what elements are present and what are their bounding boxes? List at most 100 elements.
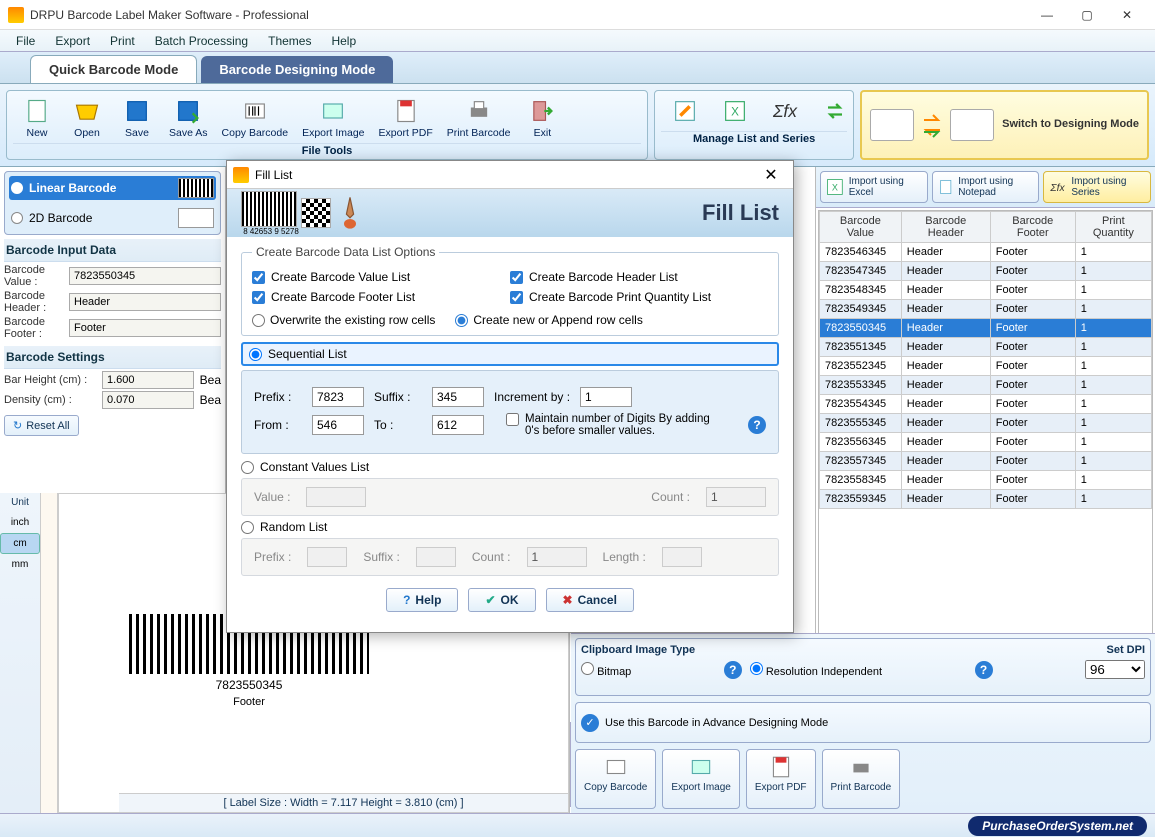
table-row[interactable]: 7823549345HeaderFooter1 (820, 300, 1152, 319)
bitmap-radio[interactable]: Bitmap (581, 662, 631, 678)
table-row[interactable]: 7823553345HeaderFooter1 (820, 376, 1152, 395)
from-input[interactable] (312, 415, 364, 435)
swap-arrows-icon (922, 110, 942, 140)
svg-text:X: X (731, 106, 739, 119)
dpi-select[interactable]: 96 (1085, 660, 1145, 679)
create-value-list-checkbox[interactable]: Create Barcode Value List (252, 270, 510, 284)
dialog-close-button[interactable]: ✕ (755, 165, 787, 185)
switch-thumb-design-icon (950, 109, 994, 141)
prefix-input[interactable] (312, 387, 364, 407)
menu-help[interactable]: Help (321, 32, 366, 50)
qr-thumb-icon (301, 198, 331, 228)
table-row[interactable]: 7823552345HeaderFooter1 (820, 357, 1152, 376)
bar-height-input[interactable] (102, 371, 194, 389)
unit-header: Unit (0, 493, 40, 512)
manage-caption: Manage List and Series (661, 131, 847, 145)
menu-export[interactable]: Export (45, 32, 100, 50)
menu-file[interactable]: File (6, 32, 45, 50)
barcode-header-input[interactable] (69, 293, 221, 311)
maximize-button[interactable]: ▢ (1067, 1, 1107, 29)
cancel-button[interactable]: ✖Cancel (546, 588, 634, 612)
close-button[interactable]: ✕ (1107, 1, 1147, 29)
import-series-button[interactable]: ΣfxImport using Series (1043, 171, 1151, 203)
table-row[interactable]: 7823547345HeaderFooter1 (820, 262, 1152, 281)
linear-barcode-icon (178, 178, 214, 198)
copy-barcode-big-button[interactable]: Copy Barcode (575, 749, 656, 809)
brand-label: PurchaseOrderSystem.net (968, 816, 1147, 836)
copy-barcode-button[interactable]: Copy Barcode (216, 95, 295, 141)
menu-batch[interactable]: Batch Processing (145, 32, 258, 50)
unit-inch[interactable]: inch (0, 512, 40, 533)
manage-swap-icon[interactable] (811, 95, 859, 129)
open-button[interactable]: Open (63, 95, 111, 141)
constant-list-radio[interactable]: Constant Values List (241, 460, 779, 474)
unit-cm[interactable]: cm (0, 533, 40, 554)
new-button[interactable]: New (13, 95, 61, 141)
export-pdf-big-button[interactable]: Export PDF (746, 749, 816, 809)
create-qty-list-checkbox[interactable]: Create Barcode Print Quantity List (510, 290, 768, 304)
help-button[interactable]: ?Help (386, 588, 458, 612)
table-row[interactable]: 7823548345HeaderFooter1 (820, 281, 1152, 300)
manage-edit-icon[interactable] (661, 95, 709, 129)
import-notepad-button[interactable]: Import using Notepad (932, 171, 1040, 203)
menu-print[interactable]: Print (100, 32, 145, 50)
print-barcode-button[interactable]: Print Barcode (441, 95, 517, 141)
manage-excel-icon[interactable]: X (711, 95, 759, 129)
table-row[interactable]: 7823551345HeaderFooter1 (820, 338, 1152, 357)
save-button[interactable]: Save (113, 95, 161, 141)
barcode-footer-input[interactable] (69, 319, 221, 337)
density-input[interactable] (102, 391, 194, 409)
create-footer-list-checkbox[interactable]: Create Barcode Footer List (252, 290, 510, 304)
2d-barcode-option[interactable]: 2D Barcode (9, 206, 216, 230)
maintain-digits-checkbox[interactable] (506, 413, 519, 426)
to-input[interactable] (432, 415, 484, 435)
table-row[interactable]: 7823557345HeaderFooter1 (820, 452, 1152, 471)
menu-themes[interactable]: Themes (258, 32, 321, 50)
saveas-button[interactable]: Save As (163, 95, 214, 141)
table-row[interactable]: 7823558345HeaderFooter1 (820, 471, 1152, 490)
print-barcode-big-button[interactable]: Print Barcode (822, 749, 901, 809)
increment-input[interactable] (580, 387, 632, 407)
random-list-radio[interactable]: Random List (241, 520, 779, 534)
minimize-button[interactable]: — (1027, 1, 1067, 29)
dialog-title: Fill List (255, 168, 755, 182)
table-row[interactable]: 7823550345HeaderFooter1 (820, 319, 1152, 338)
info-icon[interactable]: ? (748, 416, 766, 434)
barcode-preview-footer: Footer (129, 696, 369, 708)
info-icon[interactable]: ? (724, 661, 742, 679)
check-icon: ✓ (581, 714, 599, 732)
export-image-big-button[interactable]: Export Image (662, 749, 739, 809)
table-row[interactable]: 7823559345HeaderFooter1 (820, 490, 1152, 509)
exit-button[interactable]: Exit (518, 95, 566, 141)
unit-mm[interactable]: mm (0, 554, 40, 575)
res-independent-radio[interactable]: Resolution Independent (750, 662, 882, 678)
tab-designing-mode[interactable]: Barcode Designing Mode (201, 56, 393, 83)
barcode-value-input[interactable] (69, 267, 221, 285)
tab-quick-mode[interactable]: Quick Barcode Mode (30, 55, 197, 83)
export-pdf-button[interactable]: Export PDF (373, 95, 439, 141)
import-excel-button[interactable]: XImport using Excel (820, 171, 928, 203)
advance-mode-button[interactable]: Use this Barcode in Advance Designing Mo… (605, 717, 828, 729)
switch-mode-button[interactable]: Switch to Designing Mode (860, 90, 1149, 160)
linear-barcode-option[interactable]: Linear Barcode (9, 176, 216, 200)
create-header-list-checkbox[interactable]: Create Barcode Header List (510, 270, 768, 284)
suffix-input[interactable] (432, 387, 484, 407)
const-count-spinner (706, 487, 766, 507)
manage-sigma-icon[interactable]: Σfx (761, 95, 809, 129)
sequential-list-radio[interactable]: Sequential List (241, 342, 779, 366)
ok-button[interactable]: ✔OK (468, 588, 535, 612)
table-row[interactable]: 7823556345HeaderFooter1 (820, 433, 1152, 452)
barcode-preview-value: 7823550345 (129, 678, 369, 692)
dialog-header-title: Fill List (702, 200, 779, 226)
append-radio[interactable]: Create new or Append row cells (455, 313, 642, 327)
reset-all-button[interactable]: ↻Reset All (4, 415, 79, 436)
rand-length-input (662, 547, 702, 567)
rand-prefix-input (307, 547, 347, 567)
export-image-button[interactable]: Export Image (296, 95, 370, 141)
info-icon[interactable]: ? (975, 661, 993, 679)
table-row[interactable]: 7823546345HeaderFooter1 (820, 243, 1152, 262)
barcode-thumb-icon (241, 191, 297, 227)
table-row[interactable]: 7823554345HeaderFooter1 (820, 395, 1152, 414)
table-row[interactable]: 7823555345HeaderFooter1 (820, 414, 1152, 433)
overwrite-radio[interactable]: Overwrite the existing row cells (252, 313, 435, 327)
